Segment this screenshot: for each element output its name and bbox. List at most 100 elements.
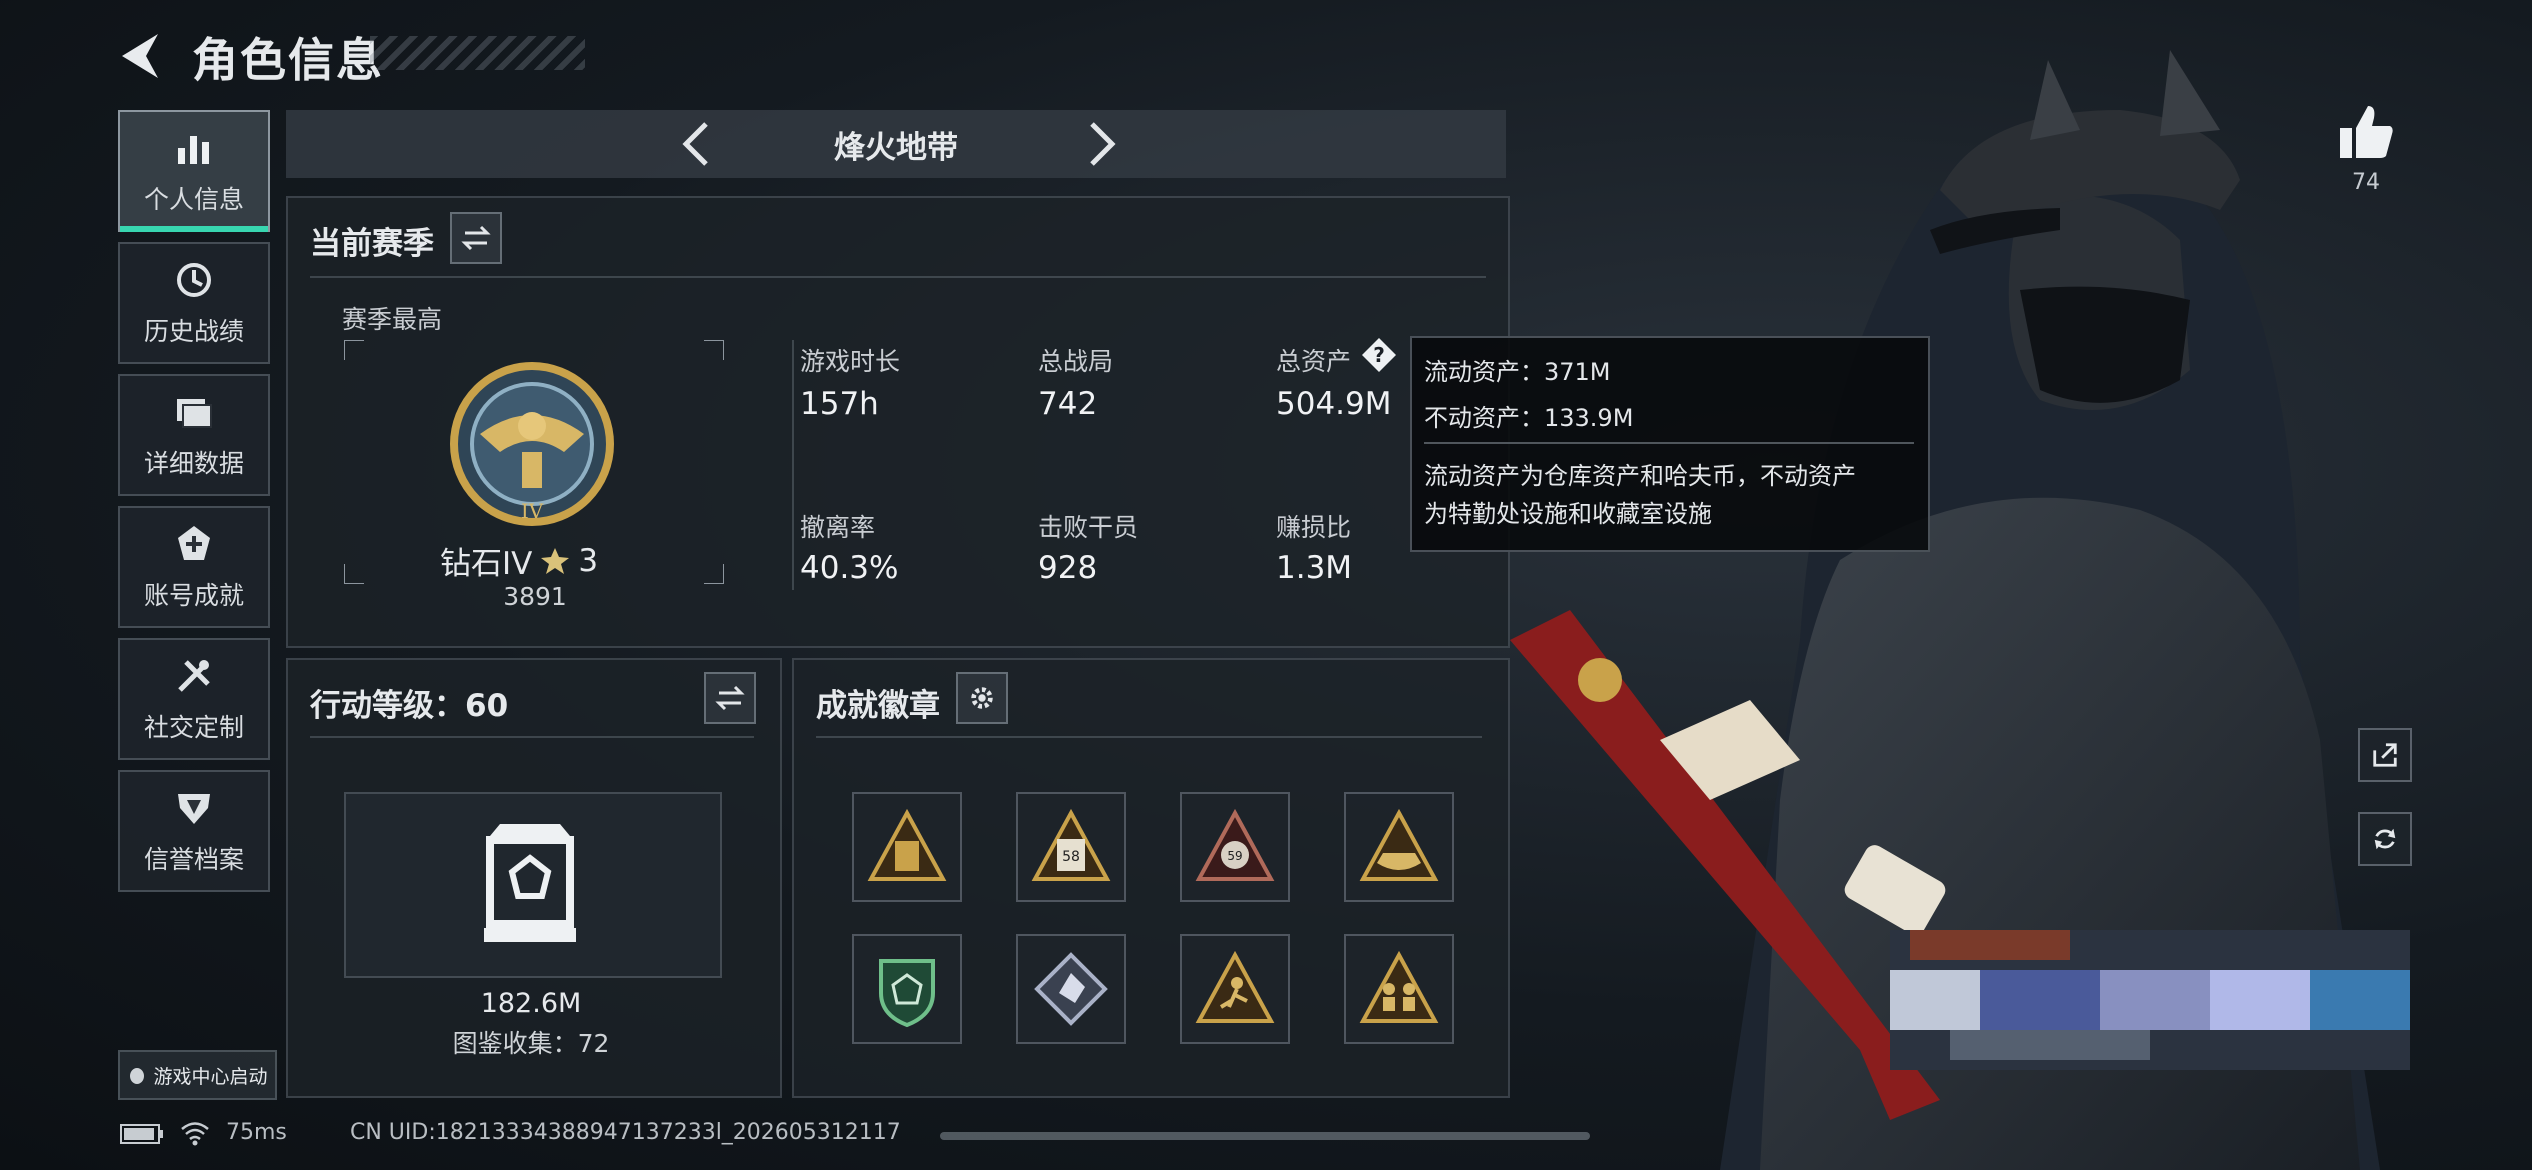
share-button[interactable]: [2358, 728, 2412, 782]
badges-title: 成就徽章: [816, 688, 940, 724]
sidebar-item-label: 个人信息: [143, 185, 244, 214]
runner-badge-icon: [1195, 950, 1275, 1023]
star-icon: [541, 547, 570, 574]
stat-value-total-matches: 742: [1038, 386, 1098, 422]
tooltip-liquid-assets: 流动资产：371M: [1424, 358, 1611, 386]
ping-text: 75ms: [226, 1120, 287, 1145]
badge-hourglass[interactable]: [852, 792, 962, 902]
sidebar-item-label: 账号成就: [143, 581, 244, 610]
refresh-icon: [2374, 828, 2396, 850]
game-center-launch-button[interactable]: 游戏中心启动: [118, 1050, 277, 1100]
assets-help-button[interactable]: ?: [1360, 336, 1398, 374]
sidebar-item-reputation[interactable]: 信誉档案: [118, 770, 270, 892]
sidebar-item-label: 详细数据: [143, 449, 244, 478]
back-button[interactable]: [112, 28, 168, 84]
rank-stars: 3: [578, 542, 599, 579]
stat-label-total-assets: 总资产: [1276, 347, 1352, 376]
scrollbar[interactable]: [940, 1132, 1590, 1140]
collection-label: 图鉴收集：72: [452, 1029, 610, 1058]
badge-runner[interactable]: [1180, 934, 1290, 1044]
rank-name: 钻石IV: [440, 546, 533, 582]
stat-value-profit-ratio: 1.3M: [1276, 550, 1353, 586]
wifi-icon: [181, 1122, 209, 1146]
sidebar-item-label: 历史战绩: [143, 317, 244, 346]
svg-text:?: ?: [1373, 343, 1385, 367]
stat-value-kills: 928: [1038, 550, 1098, 586]
action-switch-button[interactable]: [704, 672, 756, 724]
hourglass-badge-icon: [867, 808, 947, 881]
sidebar-item-label: 社交定制: [143, 713, 244, 742]
number-58-badge-icon: 58: [1031, 808, 1111, 881]
badge-58[interactable]: 58: [1016, 792, 1126, 902]
stat-label-total-matches: 总战局: [1038, 347, 1114, 376]
chevron-right-icon: [1090, 122, 1116, 166]
title-decoration: [370, 36, 585, 70]
clock-history-icon: [177, 263, 211, 297]
stat-label-profit-ratio: 赚损比: [1276, 513, 1352, 542]
season-switch-button[interactable]: [450, 212, 502, 264]
stat-label-playtime: 游戏时长: [800, 347, 901, 376]
action-level-title: 行动等级：60: [310, 688, 509, 724]
back-arrow-icon: [122, 34, 158, 78]
season-title: 当前赛季: [310, 226, 434, 262]
rank-emblem-numeral: IV: [521, 499, 544, 523]
next-mode-button[interactable]: [1072, 116, 1128, 172]
share-icon: [2373, 743, 2397, 767]
stat-label-extract-rate: 撤离率: [800, 513, 876, 542]
stat-value-total-assets: 504.9M: [1276, 386, 1392, 422]
divider: [792, 340, 794, 590]
stat-value-extract-rate: 40.3%: [800, 550, 899, 586]
page-title: 角色信息: [192, 33, 384, 87]
green-shield-badge-icon: [879, 959, 935, 1028]
season-best-label: 赛季最高: [342, 305, 443, 334]
divider: [310, 276, 1486, 278]
bar-chart-icon: [178, 136, 209, 164]
badges-settings-button[interactable]: [956, 672, 1008, 724]
uid-text: CN UID:18213334388947137233l_20260531211…: [350, 1120, 901, 1145]
shield-badge-icon: [178, 794, 210, 824]
stat-value-playtime: 157h: [800, 386, 879, 422]
swap-icon: [715, 685, 745, 711]
like-button[interactable]: [2334, 100, 2398, 164]
swap-icon: [461, 225, 491, 251]
display-case-icon: [484, 824, 576, 942]
sidebar-item-achievements[interactable]: 账号成就: [118, 506, 270, 628]
refresh-button[interactable]: [2358, 812, 2412, 866]
active-indicator: [120, 226, 268, 232]
badge-59[interactable]: 59: [1180, 792, 1290, 902]
sidebar-item-social[interactable]: 社交定制: [118, 638, 270, 760]
rank-name-row: 钻石IV 3: [440, 538, 630, 583]
battery-icon: [120, 1124, 163, 1144]
number-59-badge-icon: 59: [1195, 808, 1275, 881]
tools-icon: [178, 660, 210, 692]
assets-tooltip: 流动资产：371M 不动资产：133.9M 流动资产为仓库资产和哈夫币，不动资产…: [1410, 336, 1930, 552]
badge-crystal[interactable]: [1016, 934, 1126, 1044]
badge-number: 59: [1227, 849, 1242, 863]
badge-green-shield[interactable]: [852, 934, 962, 1044]
thumbs-up-icon: [2340, 106, 2393, 158]
tooltip-note-line1: 流动资产为仓库资产和哈夫币，不动资产: [1424, 462, 1856, 490]
sidebar-item-detail-data[interactable]: 详细数据: [118, 374, 270, 496]
sidebar-item-history[interactable]: 历史战绩: [118, 242, 270, 364]
divider: [816, 736, 1482, 738]
sidebar-item-label: 信誉档案: [143, 845, 244, 874]
badge-number: 58: [1062, 849, 1080, 865]
sidebar-item-personal-info[interactable]: 个人信息: [118, 110, 270, 232]
game-center-label: 游戏中心启动: [153, 1065, 268, 1088]
divider: [1424, 442, 1914, 444]
stat-label-kills: 击败干员: [1038, 513, 1139, 542]
mode-name: 烽火地带: [834, 129, 958, 166]
rank-points: 3891: [503, 582, 567, 611]
chevron-left-icon: [682, 122, 708, 166]
folder-icon: [177, 399, 212, 428]
divider: [310, 736, 754, 738]
collection-value: 182.6M: [480, 988, 582, 1019]
tooltip-fixed-assets: 不动资产：133.9M: [1424, 404, 1634, 432]
trophy-plus-icon: [178, 526, 210, 560]
penguin-icon: [130, 1068, 145, 1084]
crystal-badge-icon: [1034, 952, 1108, 1026]
prev-mode-button[interactable]: [670, 116, 726, 172]
help-diamond-icon: ?: [1362, 338, 1396, 372]
censored-mosaic: [1890, 930, 2410, 1070]
rank-emblem-icon: IV: [450, 362, 614, 526]
